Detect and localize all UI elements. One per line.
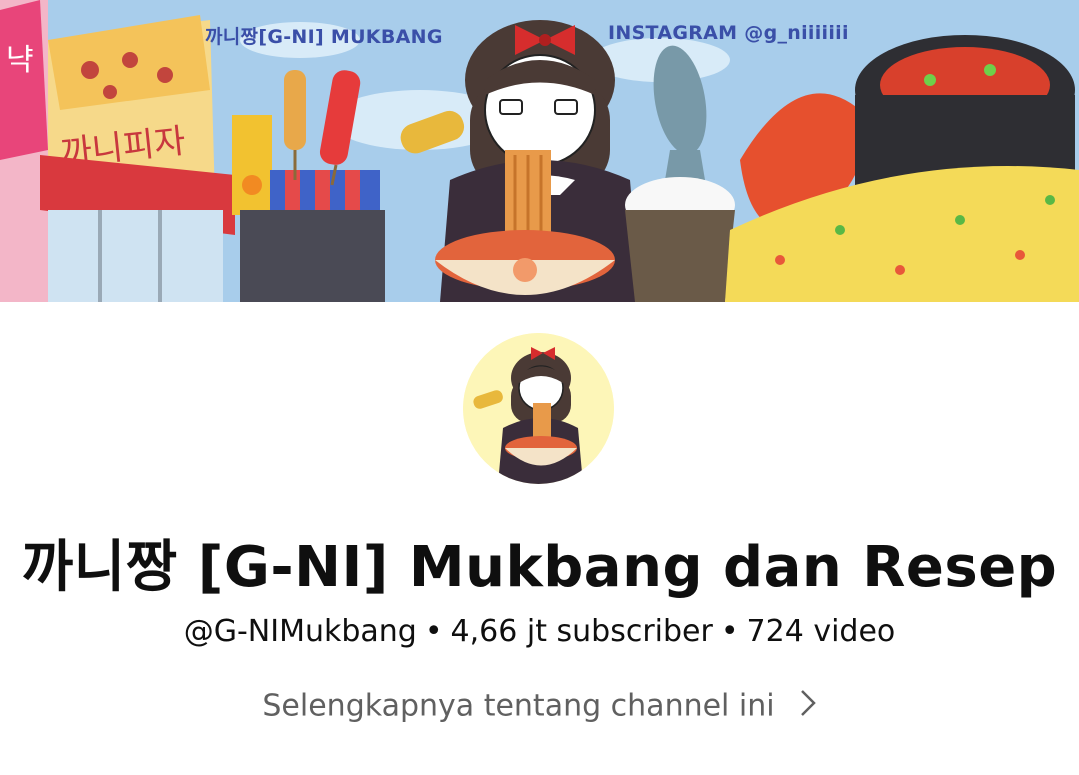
- banner-caption-left: 까니짱[G-NI] MUKBANG: [205, 26, 443, 48]
- avatar-illustration: [463, 333, 614, 484]
- banner-corner-text: 냑: [6, 43, 34, 78]
- channel-avatar[interactable]: [463, 333, 614, 484]
- more-about-channel-label: Selengkapnya tentang channel ini: [262, 688, 775, 724]
- channel-handle: @G-NIMukbang: [183, 614, 417, 649]
- meta-separator: •: [720, 614, 739, 649]
- channel-meta: @G-NIMukbang • 4,66 jt subscriber • 724 vide…: [0, 614, 1079, 649]
- video-count: 724 video: [746, 614, 896, 649]
- meta-separator: •: [424, 614, 443, 649]
- banner-caption-right: INSTAGRAM @g_niiiiiii: [608, 22, 849, 44]
- channel-banner: 냑 까니피자 까니짱[G-NI] MUKBANG INSTAGRAM @g_ni…: [0, 0, 1079, 302]
- chevron-right-icon: [799, 688, 817, 726]
- more-about-channel-link[interactable]: Selengkapnya tentang channel ini: [0, 688, 1079, 726]
- channel-title: 까니짱 [G-NI] Mukbang dan Resep: [21, 535, 1058, 600]
- subscriber-count: 4,66 jt subscriber: [450, 614, 713, 649]
- banner-illustration: 냑 까니피자: [0, 0, 1079, 302]
